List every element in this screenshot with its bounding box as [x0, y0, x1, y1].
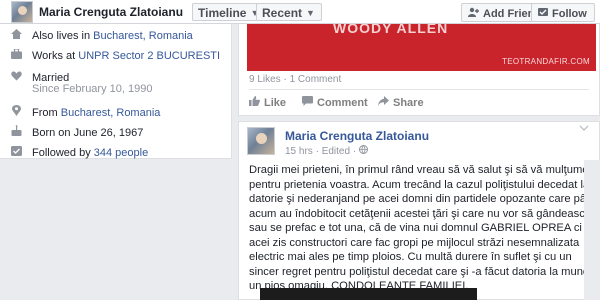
intro-followed-prefix: Followed by	[32, 147, 94, 159]
intro-card: Also lives in Bucharest, Romania Works a…	[0, 24, 232, 159]
location-pin-icon	[10, 105, 23, 119]
author-avatar[interactable]	[247, 127, 275, 155]
like-label: Like	[264, 97, 287, 109]
intro-work-prefix: Works at	[32, 50, 79, 62]
birthday-cake-icon	[10, 125, 23, 139]
comment-label: Comment	[317, 97, 368, 109]
briefcase-icon	[10, 48, 23, 62]
divider	[249, 89, 589, 90]
post-timestamp[interactable]: 15 hrs	[285, 146, 313, 157]
intro-followed-link[interactable]: 344 people	[94, 147, 148, 159]
timeline-dropdown-label: Timeline	[198, 6, 247, 20]
home-icon	[10, 29, 23, 42]
previous-post: WOODY ALLEN TEOTRANDAFIR.COM 9 Likes · 1…	[238, 24, 600, 116]
profile-name[interactable]: Maria Crenguta Zlatoianu	[39, 5, 183, 19]
like-button[interactable]: Like	[249, 96, 286, 109]
chevron-down-icon[interactable]	[579, 124, 589, 135]
post-meta: 15 hrs · Edited ·	[285, 145, 368, 157]
profile-avatar[interactable]	[11, 1, 33, 23]
follow-icon	[538, 7, 548, 20]
page-background	[584, 160, 600, 300]
intro-from: From Bucharest, Romania	[10, 105, 160, 119]
intro-lives-prefix: Also lives in	[32, 30, 94, 42]
intro-married-since: Since February 10, 1990	[32, 83, 153, 95]
audience-icon[interactable]	[358, 145, 368, 157]
post-video-thumbnail[interactable]	[260, 288, 477, 300]
intro-lives-link[interactable]: Bucharest, Romania	[93, 30, 193, 42]
recent-dropdown[interactable]: Recent ▼	[256, 3, 322, 21]
post-card: Maria Crenguta Zlatoianu 15 hrs · Edited…	[238, 121, 600, 300]
intro-born: Born on June 26, 1967	[32, 127, 144, 139]
recent-dropdown-label: Recent	[262, 6, 303, 20]
banner-title: WOODY ALLEN	[333, 24, 449, 36]
timeline-header-bar: Maria Crenguta Zlatoianu Timeline ▼ Recen…	[0, 0, 600, 24]
follow-label: Follow	[552, 8, 587, 20]
intro-work: Works at UNPR Sector 2 BUCURESTI	[10, 48, 220, 62]
banner-site: TEOTRANDAFIR.COM	[502, 57, 590, 66]
thumbs-up-icon	[249, 96, 260, 109]
share-icon	[378, 96, 389, 109]
chevron-down-icon: ▼	[306, 8, 315, 18]
post-body-text: Dragii mei prieteni, în primul rând vrea…	[249, 164, 600, 292]
intro-from-link[interactable]: Bucharest, Romania	[61, 107, 161, 119]
heart-icon	[10, 71, 23, 84]
shared-link-image[interactable]: WOODY ALLEN TEOTRANDAFIR.COM	[247, 24, 596, 71]
post-stats[interactable]: 9 Likes · 1 Comment	[249, 74, 341, 85]
intro-birthday: Born on June 26, 1967	[10, 125, 143, 139]
comment-button[interactable]: Comment	[302, 96, 368, 109]
share-label: Share	[393, 97, 424, 109]
intro-from-prefix: From	[32, 107, 61, 119]
followers-icon	[10, 146, 23, 159]
add-friend-icon	[468, 7, 479, 20]
post-author-name[interactable]: Maria Crenguta Zlatoianu	[285, 129, 429, 143]
intro-lives: Also lives in Bucharest, Romania	[10, 29, 193, 42]
follow-button[interactable]: Follow	[531, 3, 595, 22]
share-button[interactable]: Share	[378, 96, 424, 109]
intro-work-link[interactable]: UNPR Sector 2 BUCURESTI	[78, 50, 220, 62]
intro-followers: Followed by 344 people	[10, 146, 148, 159]
post-edited[interactable]: Edited	[322, 146, 350, 157]
comment-icon	[302, 96, 313, 109]
